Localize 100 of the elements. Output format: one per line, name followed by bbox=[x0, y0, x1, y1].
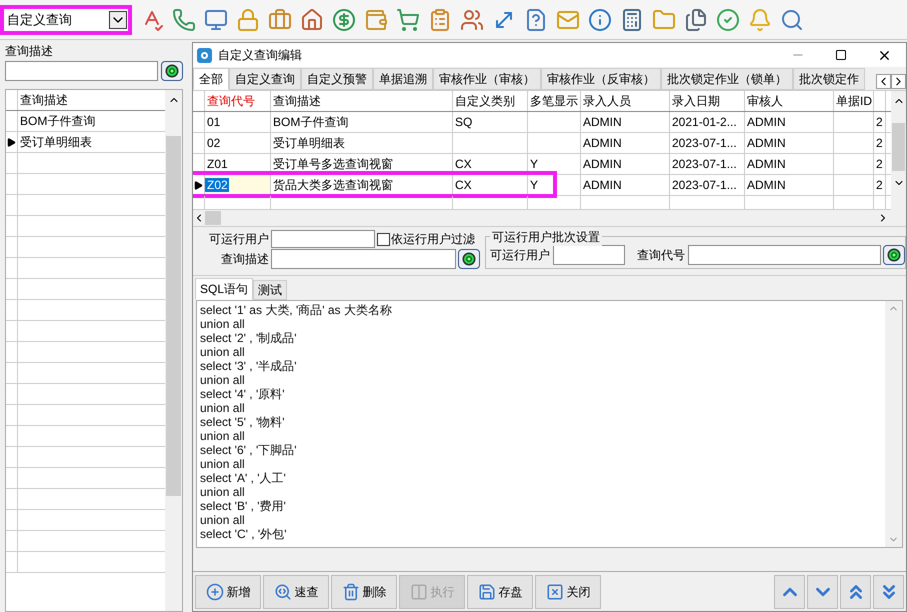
table-cell-text: 2023-07-1... bbox=[671, 157, 737, 171]
toolbar-button[interactable]: 存盘 bbox=[467, 574, 533, 608]
wallet-icon[interactable] bbox=[364, 8, 388, 32]
checkbox[interactable] bbox=[377, 232, 390, 246]
table-cell-text: CX bbox=[454, 178, 472, 192]
vertical-scrollbar[interactable] bbox=[891, 91, 906, 226]
table-cell-text: 01 bbox=[206, 115, 220, 129]
dollar-coin-icon[interactable] bbox=[332, 8, 356, 32]
tab-scroll-right-icon[interactable] bbox=[891, 74, 906, 89]
query-type-dropdown[interactable]: 自定义查询 bbox=[0, 4, 132, 34]
search-icon[interactable] bbox=[780, 8, 804, 32]
sql-line: union all bbox=[200, 345, 245, 359]
sql-line: select 'B' , '费用' bbox=[200, 499, 286, 513]
help-document-icon[interactable] bbox=[524, 8, 548, 32]
briefcase-icon[interactable] bbox=[268, 8, 292, 32]
list-cell[interactable]: 受订单明细表 bbox=[18, 132, 92, 152]
search-field[interactable] bbox=[5, 61, 158, 81]
tab[interactable]: 批次锁定作业（锁单） bbox=[661, 68, 793, 90]
sql-line: union all bbox=[200, 373, 245, 387]
current-row-marker-icon bbox=[194, 180, 203, 190]
monitor-icon[interactable] bbox=[204, 8, 228, 32]
toolbar-button[interactable]: 新增 bbox=[195, 574, 261, 608]
table-cell-text: 受订单明细表 bbox=[272, 136, 345, 150]
list-cell[interactable]: BOM子件查询 bbox=[18, 111, 96, 131]
lookup-button[interactable] bbox=[161, 61, 183, 81]
toolbar-button[interactable]: 速查 bbox=[263, 574, 329, 608]
tab-scroll-left-icon[interactable] bbox=[876, 74, 891, 89]
folder-icon[interactable] bbox=[652, 8, 676, 32]
nav-button[interactable] bbox=[873, 574, 904, 608]
sql-line: union all bbox=[200, 429, 245, 443]
tab[interactable]: 自定义预警 bbox=[301, 68, 373, 90]
clipboard-icon[interactable] bbox=[428, 8, 452, 32]
tab[interactable]: 审核作业（反审核） bbox=[541, 68, 661, 90]
scrollbar[interactable] bbox=[165, 90, 182, 611]
sql-editor[interactable] bbox=[196, 300, 903, 548]
scroll-thumb[interactable] bbox=[205, 211, 221, 225]
table-cell-text: Z01 bbox=[206, 157, 228, 171]
table-row[interactable]: 01 BOM子件查询 SQ ADMIN 2021-01-2... ADMIN 2 bbox=[193, 112, 891, 133]
table-cell-text: Y bbox=[529, 178, 538, 192]
info-icon[interactable] bbox=[588, 8, 612, 32]
table-cell-text: SQ bbox=[454, 115, 472, 129]
dropdown-caret-icon bbox=[109, 10, 127, 28]
lookup-button[interactable] bbox=[458, 249, 480, 269]
tab[interactable]: SQL语句 bbox=[195, 278, 254, 300]
current-row-marker-icon bbox=[7, 138, 16, 146]
tab[interactable]: 批次锁定作 bbox=[793, 68, 865, 90]
check-circle-icon[interactable] bbox=[716, 8, 740, 32]
calculator-icon[interactable] bbox=[620, 8, 644, 32]
column-header[interactable]: 单据ID bbox=[834, 91, 874, 111]
lookup-button[interactable] bbox=[883, 244, 905, 264]
input-field[interactable] bbox=[553, 244, 625, 264]
row-indicator[interactable] bbox=[6, 132, 18, 152]
tab[interactable]: 单据追溯 bbox=[373, 68, 433, 90]
lock-icon[interactable] bbox=[236, 8, 260, 32]
tab[interactable]: 全部 bbox=[193, 68, 229, 90]
nav-button[interactable] bbox=[840, 574, 871, 608]
group-title: 可运行用户批次设置 bbox=[490, 228, 602, 246]
table-row[interactable]: 02 受订单明细表 ADMIN 2023-07-1... ADMIN 2 bbox=[193, 133, 891, 154]
maximize-icon[interactable] bbox=[835, 49, 847, 61]
users-icon[interactable] bbox=[460, 8, 484, 32]
table-cell-text: 2023-07-1... bbox=[671, 178, 737, 192]
tab[interactable]: 审核作业（审核） bbox=[433, 68, 541, 90]
house-icon[interactable] bbox=[300, 8, 324, 32]
column-header[interactable]: 多笔显示 bbox=[528, 91, 581, 111]
toolbar-button[interactable]: 关闭 bbox=[535, 574, 601, 608]
cart-icon[interactable] bbox=[396, 8, 420, 32]
column-header[interactable]: 自定义类别 bbox=[453, 91, 528, 111]
table-cell-text: 2 bbox=[875, 157, 883, 171]
plus-circle-icon bbox=[206, 582, 224, 600]
column-header[interactable]: 查询代号 bbox=[205, 91, 271, 111]
tab[interactable]: 测试 bbox=[253, 280, 288, 300]
sql-line: select '5' , '物料' bbox=[200, 415, 285, 429]
sql-line: union all bbox=[200, 401, 245, 415]
nav-button[interactable] bbox=[807, 574, 838, 608]
table-cell-text: ADMIN bbox=[582, 157, 622, 171]
documents-icon[interactable] bbox=[684, 8, 708, 32]
toolbar-button[interactable]: 删除 bbox=[331, 574, 397, 608]
table-cell: Z02 bbox=[205, 178, 229, 192]
sql-line: select 'A' , '人工' bbox=[200, 471, 286, 485]
sql-line: select '2' , '制成品' bbox=[200, 331, 297, 345]
table-row[interactable]: Z02 货品大类多选查询视窗 CX Y ADMIN 2023-07-1... ADMIN 2 bbox=[193, 175, 891, 196]
table-cell-text: CX bbox=[454, 157, 472, 171]
bell-icon[interactable] bbox=[748, 8, 772, 32]
table-cell-text: 2 bbox=[875, 136, 883, 150]
input-field[interactable] bbox=[271, 249, 456, 269]
table-cell-text: 02 bbox=[206, 136, 220, 150]
phone-icon[interactable] bbox=[172, 8, 196, 32]
column-header[interactable]: 审核人 bbox=[745, 91, 834, 111]
target-icon bbox=[462, 252, 476, 266]
input-field[interactable] bbox=[688, 244, 881, 264]
table-cell-text: ADMIN bbox=[582, 115, 622, 129]
column-header[interactable]: 录入日期 bbox=[670, 91, 745, 111]
column-header[interactable]: 查询描述 bbox=[271, 91, 453, 111]
horizontal-scrollbar[interactable] bbox=[193, 210, 891, 226]
input-field[interactable] bbox=[271, 230, 375, 248]
field-label: 可运行用户 bbox=[490, 246, 550, 264]
nav-button[interactable] bbox=[774, 574, 805, 608]
column-header[interactable]: 录入人员 bbox=[581, 91, 670, 111]
field-label: 可运行用户 bbox=[208, 231, 270, 248]
tab[interactable]: 自定义查询 bbox=[229, 68, 301, 90]
